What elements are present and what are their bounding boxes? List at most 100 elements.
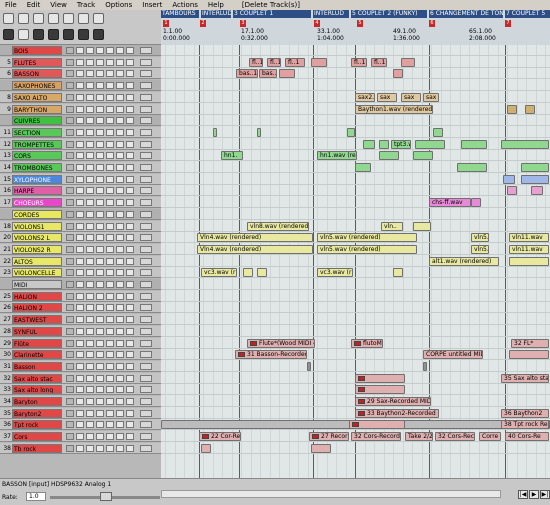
media-item[interactable] [355,374,405,383]
volume-knob[interactable] [140,152,152,159]
mute-button[interactable] [106,304,114,311]
phase-button[interactable] [86,82,94,89]
solo-button[interactable] [116,363,124,370]
solo-button[interactable] [116,316,124,323]
mute-button[interactable] [106,117,114,124]
track-row[interactable]: 5 FLUTES [0,57,161,68]
media-item[interactable]: 33 Baython2-Recorded MIDI [355,409,439,418]
phase-button[interactable] [86,94,94,101]
mute-button[interactable] [106,223,114,230]
fx-button[interactable] [96,223,104,230]
media-item[interactable] [355,163,371,172]
monitor-button[interactable] [76,281,84,288]
phase-button[interactable] [86,211,94,218]
phase-button[interactable] [86,246,94,253]
io-button[interactable] [126,281,134,288]
record-arm-button[interactable] [66,421,74,428]
go-to-start-icon[interactable]: |◀ [518,490,528,499]
media-item[interactable]: Baython1.wav (rendered) [355,105,433,114]
monitor-button[interactable] [76,328,84,335]
record-arm-button[interactable] [66,223,74,230]
track-name[interactable]: TROMBONES [12,163,62,172]
mute-button[interactable] [106,152,114,159]
open-project-icon[interactable] [18,13,29,24]
volume-knob[interactable] [140,304,152,311]
record-arm-button[interactable] [66,328,74,335]
mute-button[interactable] [106,246,114,253]
monitor-button[interactable] [76,152,84,159]
mute-button[interactable] [106,386,114,393]
fx-button[interactable] [96,410,104,417]
volume-knob[interactable] [140,94,152,101]
fx-button[interactable] [96,293,104,300]
track-name[interactable]: BASSON [12,69,62,78]
marker-5[interactable]: 5 [357,20,363,27]
record-arm-button[interactable] [66,258,74,265]
io-button[interactable] [126,47,134,54]
volume-knob[interactable] [140,351,152,358]
volume-knob[interactable] [140,199,152,206]
monitor-button[interactable] [76,258,84,265]
media-item[interactable] [415,140,445,149]
media-item[interactable] [471,198,481,207]
io-button[interactable] [126,433,134,440]
io-button[interactable] [126,164,134,171]
envelope-points-icon[interactable] [78,29,89,40]
volume-knob[interactable] [140,129,152,136]
record-arm-button[interactable] [66,269,74,276]
media-item[interactable] [201,444,211,453]
track-name[interactable]: Basson [12,362,62,371]
mute-button[interactable] [106,141,114,148]
mute-button[interactable] [106,59,114,66]
record-arm-button[interactable] [66,398,74,405]
fx-button[interactable] [96,152,104,159]
track-row[interactable]: 15 XYLOPHONE [0,174,161,185]
region-7[interactable]: 7 COUPLET 5 [505,10,550,18]
solo-button[interactable] [116,106,124,113]
solo-button[interactable] [116,281,124,288]
phase-button[interactable] [86,421,94,428]
track-row[interactable]: 29 Flûte [0,338,161,349]
monitor-button[interactable] [76,106,84,113]
phase-button[interactable] [86,304,94,311]
monitor-button[interactable] [76,82,84,89]
track-name[interactable]: BARYTHON [12,105,62,114]
project-settings-icon[interactable] [48,13,59,24]
media-item[interactable]: vln11.wav [509,233,549,242]
volume-knob[interactable] [140,223,152,230]
record-arm-button[interactable] [66,304,74,311]
track-name[interactable]: SAXO ALTO [12,93,62,102]
monitor-button[interactable] [76,386,84,393]
solo-button[interactable] [116,304,124,311]
play-icon[interactable]: ▶ [529,490,539,499]
phase-button[interactable] [86,164,94,171]
solo-button[interactable] [116,351,124,358]
volume-knob[interactable] [140,340,152,347]
solo-button[interactable] [116,223,124,230]
media-item[interactable]: vln8.wav (rendered) [247,222,309,231]
io-button[interactable] [126,59,134,66]
record-arm-button[interactable] [66,445,74,452]
io-button[interactable] [126,328,134,335]
media-item[interactable]: hn1.wav (ren [317,151,357,160]
undo-icon[interactable] [63,13,74,24]
media-item[interactable]: 31 Basson-Recorded [235,350,307,359]
monitor-button[interactable] [76,410,84,417]
phase-button[interactable] [86,117,94,124]
media-item[interactable] [311,444,331,453]
fx-button[interactable] [96,70,104,77]
volume-knob[interactable] [140,293,152,300]
menu-file[interactable]: File [0,0,22,10]
track-row[interactable]: 20 VIOLONS2 L [0,232,161,243]
fx-button[interactable] [96,59,104,66]
volume-knob[interactable] [140,410,152,417]
mute-button[interactable] [106,398,114,405]
phase-button[interactable] [86,398,94,405]
fx-button[interactable] [96,141,104,148]
track-name[interactable]: Clarinette [12,350,62,359]
region-6[interactable]: 6 CHANGEMENT DE TON [429,10,503,18]
metronome-icon[interactable] [93,13,104,24]
phase-button[interactable] [86,70,94,77]
marker-4[interactable]: 4 [314,20,320,27]
io-button[interactable] [126,421,134,428]
